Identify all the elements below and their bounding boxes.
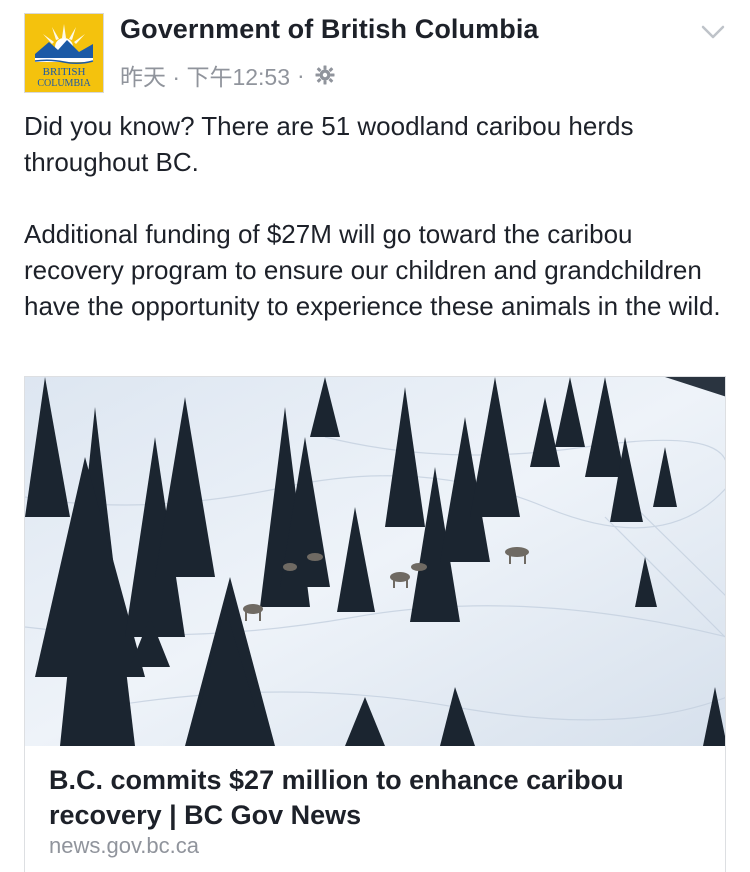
link-title[interactable]: B.C. commits $27 million to enhance cari…: [49, 763, 709, 833]
post-message: Did you know? There are 51 woodland cari…: [24, 108, 729, 324]
message-paragraph: Did you know? There are 51 woodland cari…: [24, 111, 634, 177]
page-name-link[interactable]: Government of British Columbia: [120, 14, 539, 45]
post-header: BRITISH COLUMBIA Government of British C…: [0, 0, 750, 100]
bc-logo-icon: BRITISH COLUMBIA: [25, 14, 103, 92]
logo-text-line1: BRITISH: [43, 66, 86, 78]
message-paragraph: Additional funding of $27M will go towar…: [24, 219, 721, 321]
logo-text-line2: COLUMBIA: [37, 78, 91, 89]
meta-separator: ·: [297, 61, 305, 88]
link-preview-card[interactable]: B.C. commits $27 million to enhance cari…: [24, 376, 726, 872]
gear-icon[interactable]: [314, 64, 336, 86]
chevron-down-icon[interactable]: [700, 22, 726, 42]
post-timestamp[interactable]: 昨天 · 下午12:53: [120, 58, 290, 92]
page-avatar[interactable]: BRITISH COLUMBIA: [24, 13, 104, 93]
link-domain: news.gov.bc.ca: [49, 833, 200, 858]
caribou-photo[interactable]: [25, 377, 726, 746]
post-meta: 昨天 · 下午12:53 ·: [120, 58, 336, 92]
